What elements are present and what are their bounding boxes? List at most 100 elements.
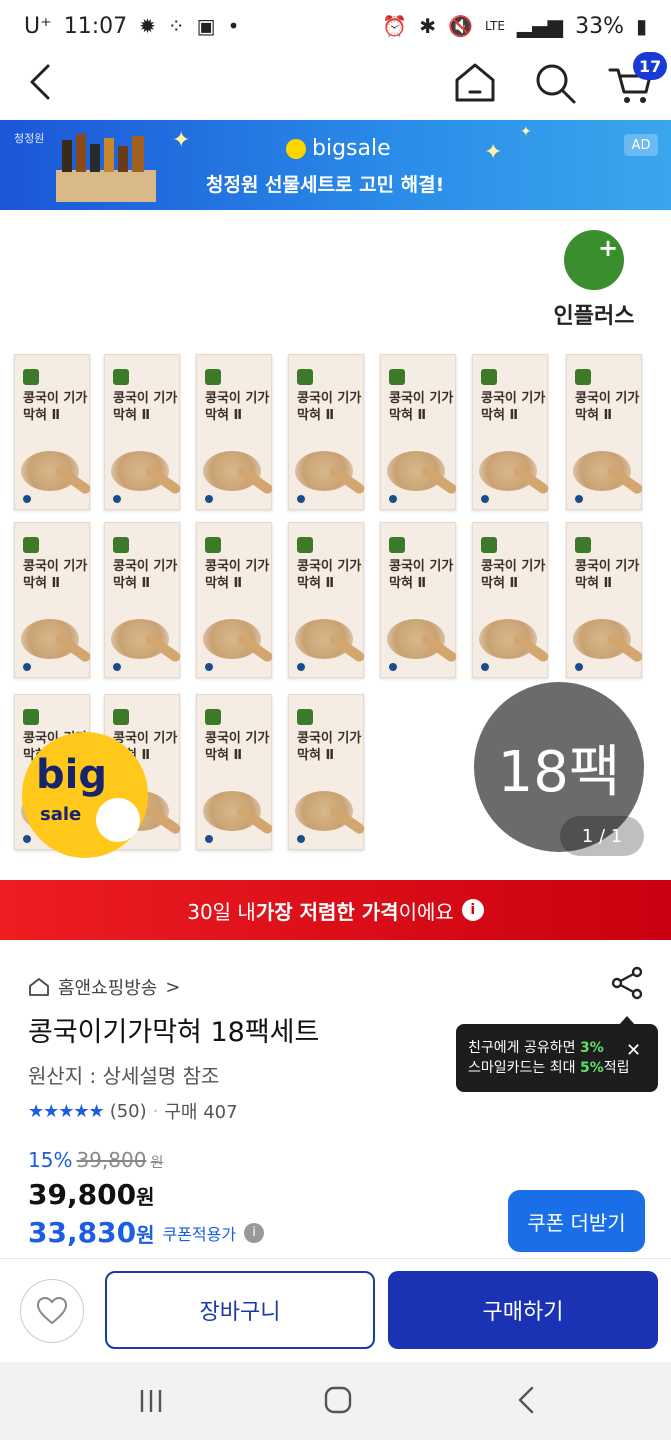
system-back-icon[interactable] <box>512 1384 542 1416</box>
pack-badge-icon <box>389 663 397 671</box>
product-pack: 콩국이 기가막혀 Ⅱ <box>288 354 367 510</box>
pack-logo-icon <box>389 537 405 553</box>
search-icon[interactable] <box>532 60 578 106</box>
pack-badge-icon <box>205 835 213 843</box>
product-pack: 콩국이 기가막혀 Ⅱ <box>288 694 367 850</box>
coupon-price-label: 쿠폰적용가 <box>162 1224 237 1244</box>
home-outline-icon <box>29 978 49 996</box>
pack-logo-icon <box>297 537 313 553</box>
bigsale-mark-icon <box>286 138 306 159</box>
pack-badge-icon <box>481 495 489 503</box>
product-pack: 콩국이 기가막혀 Ⅱ <box>196 694 275 850</box>
pack-title: 콩국이 기가막혀 Ⅱ <box>23 559 88 591</box>
bigsale-logo: bigsale <box>286 136 391 161</box>
pack-logo-icon <box>113 369 129 385</box>
separator-dot: · <box>152 1100 159 1122</box>
pack-badge-icon <box>23 495 31 503</box>
lowest-price-banner[interactable]: 30일 내 가장 저렴한 가격 이에요 i <box>0 880 671 940</box>
pack-badge-icon <box>481 663 489 671</box>
product-pack: 콩국이 기가막혀 Ⅱ <box>566 522 645 678</box>
product-pack: 콩국이 기가막혀 Ⅱ <box>196 354 275 510</box>
sparkle-icon: ✦ <box>520 124 532 140</box>
wishlist-button[interactable] <box>20 1279 84 1343</box>
pack-badge-icon <box>297 495 305 503</box>
pack-title: 콩국이 기가막혀 Ⅱ <box>481 391 546 423</box>
cart-count-badge: 17 <box>633 52 668 80</box>
pack-badge-icon <box>297 835 305 843</box>
pack-logo-icon <box>575 537 591 553</box>
coupon-price-unit: 원 <box>136 1223 155 1247</box>
original-price: 39,800 <box>76 1148 147 1172</box>
grain-image <box>479 451 537 491</box>
home-icon[interactable] <box>452 60 498 106</box>
lowest-prefix: 30일 내 <box>187 899 256 924</box>
product-pack: 콩국이 기가막혀 Ⅱ <box>566 354 645 510</box>
grain-image <box>21 619 79 659</box>
banner-brand: 청정원 <box>14 132 45 145</box>
grain-image <box>111 619 169 659</box>
pack-badge-icon <box>575 495 583 503</box>
plus-icon: + <box>598 234 619 262</box>
back-arrow-icon[interactable] <box>22 60 62 104</box>
sticker-big-text: big <box>36 752 107 798</box>
brand-logo: + 인플러스 <box>546 230 642 329</box>
discount-percent: 15% <box>28 1148 73 1172</box>
get-more-coupons-button[interactable]: 쿠폰 더받기 <box>508 1190 645 1252</box>
product-pack: 콩국이 기가막혀 Ⅱ <box>14 354 93 510</box>
share-icon[interactable] <box>608 964 646 1002</box>
tooltip-line-1: 친구에게 공유하면 3% <box>468 1038 646 1058</box>
grain-image <box>573 619 631 659</box>
bunny-mascot-icon <box>96 798 140 842</box>
product-pack: 콩국이 기가막혀 Ⅱ <box>104 354 183 510</box>
product-image[interactable]: + 인플러스 콩국이 기가막혀 Ⅱ 콩국이 기가막혀 Ⅱ 콩국이 기가막혀 Ⅱ 콩국이… <box>0 210 671 880</box>
bluetooth-icon: ✱ <box>419 14 437 38</box>
sparkle-icon: ✦ <box>484 140 503 165</box>
pack-logo-icon <box>113 709 129 725</box>
seller-link[interactable]: 홈앤쇼핑방송 > <box>28 974 180 1000</box>
pack-logo-icon <box>23 369 39 385</box>
close-icon[interactable]: ✕ <box>626 1040 641 1061</box>
buy-now-button[interactable]: 구매하기 <box>388 1271 658 1349</box>
star-rating-icon: ★★★★★ <box>28 1100 105 1122</box>
settings-gear-icon: ✹ <box>139 14 156 38</box>
grain-image <box>111 451 169 491</box>
pack-badge-icon <box>205 495 213 503</box>
grain-image <box>203 451 261 491</box>
tooltip-line-2-suffix: 적립 <box>603 1060 630 1077</box>
system-home-icon[interactable] <box>322 1384 354 1416</box>
add-to-cart-button[interactable]: 장바구니 <box>105 1271 375 1349</box>
clock: 11:07 <box>63 13 128 39</box>
grain-image <box>573 451 631 491</box>
info-icon[interactable]: i <box>244 1222 265 1243</box>
current-price: 39,800원 <box>28 1178 154 1211</box>
network-type: LTE <box>484 19 505 33</box>
pack-title: 콩국이 기가막혀 Ⅱ <box>481 559 546 591</box>
pack-title: 콩국이 기가막혀 Ⅱ <box>389 391 454 423</box>
pack-title: 콩국이 기가막혀 Ⅱ <box>113 559 178 591</box>
product-pack: 콩국이 기가막혀 Ⅱ <box>288 522 367 678</box>
grain-image <box>387 451 445 491</box>
pack-badge-icon <box>389 495 397 503</box>
product-pack: 콩국이 기가막혀 Ⅱ <box>14 522 93 678</box>
grain-image <box>295 619 353 659</box>
recent-apps-icon[interactable] <box>136 1386 166 1416</box>
tooltip-line-2: 스마일카드는 최대 5%적립 <box>468 1058 646 1078</box>
tooltip-line-1-pct: 3% <box>579 1040 604 1056</box>
signal-icon: ▂▄▆ <box>516 14 564 38</box>
ad-banner[interactable]: 청정원 ✦ ✦ ✦ bigsale 청정원 선물세트로 고민 해결! <box>0 120 671 210</box>
grain-image <box>387 619 445 659</box>
pack-badge-icon <box>113 495 121 503</box>
pack-title: 콩국이 기가막혀 Ⅱ <box>205 731 270 763</box>
pack-logo-icon <box>297 369 313 385</box>
coupon-price-row: 33,830원 쿠폰적용가 i <box>28 1216 265 1249</box>
status-right: ⏰ ✱ 🔇 LTE ▂▄▆ 33% ▮ <box>382 14 647 39</box>
info-icon[interactable]: i <box>461 899 484 921</box>
product-title: 콩국이기가막혀 18팩세트 <box>28 1017 320 1048</box>
product-pack: 콩국이 기가막혀 Ⅱ <box>196 522 275 678</box>
pack-badge-icon <box>23 835 31 843</box>
rating-row[interactable]: ★★★★★ (50) · 구매 407 <box>28 1098 238 1124</box>
battery-percent: 33% <box>575 13 624 39</box>
pack-title: 콩국이 기가막혀 Ⅱ <box>113 391 178 423</box>
pack-badge-icon <box>205 663 213 671</box>
lowest-suffix: 이에요 <box>398 899 454 924</box>
